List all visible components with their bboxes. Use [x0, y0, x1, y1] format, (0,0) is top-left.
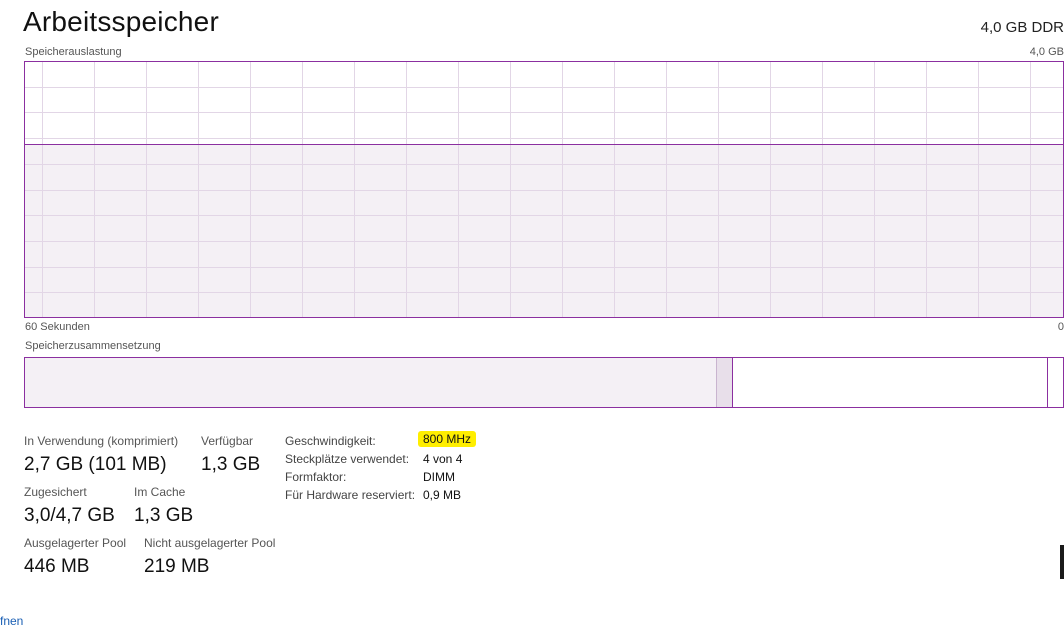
- paged-pool-label: Ausgelagerter Pool: [24, 536, 127, 550]
- usage-graph-max-label: 4,0 GB: [1029, 46, 1064, 58]
- available-value: 1,3 GB: [201, 454, 261, 475]
- nonpaged-pool-label: Nicht ausgelagerter Pool: [144, 536, 276, 550]
- slots-label: Steckplätze verwendet:: [285, 452, 410, 466]
- committed-label: Zugesichert: [24, 485, 87, 499]
- slots-value: 4 von 4: [423, 452, 463, 466]
- time-axis-right: 0: [1057, 321, 1064, 333]
- available-label: Verfügbar: [201, 434, 254, 448]
- composition-label: Speicherzusammensetzung: [25, 340, 161, 352]
- cached-value: 1,3 GB: [134, 505, 194, 526]
- hardware-reserved-value: 0,9 MB: [423, 488, 462, 502]
- composition-free-segment[interactable]: [1048, 358, 1063, 407]
- form-factor-label: Formfaktor:: [285, 470, 347, 484]
- memory-composition-svg: [24, 357, 1064, 408]
- page-title: Arbeitsspeicher: [23, 6, 219, 37]
- usage-graph-label: Speicherauslastung: [25, 46, 122, 58]
- memory-usage-graph-svg: [24, 61, 1064, 318]
- composition-standby-segment[interactable]: [733, 358, 1047, 407]
- usage-area: [25, 144, 1063, 317]
- in-use-label: In Verwendung (komprimiert): [24, 434, 179, 448]
- memory-usage-graph: [24, 61, 1064, 318]
- memory-composition-bar: [24, 357, 1064, 408]
- scrollbar-thumb[interactable]: [1060, 545, 1064, 579]
- committed-value: 3,0/4,7 GB: [24, 505, 115, 526]
- in-use-value: 2,7 GB (101 MB): [24, 454, 167, 475]
- cached-label: Im Cache: [134, 485, 186, 499]
- memory-spec: 4,0 GB DDR: [980, 19, 1064, 36]
- speed-value: 800 MHz: [418, 431, 477, 447]
- speed-value-text: 800 MHz: [418, 431, 477, 447]
- composition-in-use-segment[interactable]: [25, 358, 716, 407]
- time-axis-left: 60 Sekunden: [25, 321, 90, 333]
- composition-modified-segment[interactable]: [716, 358, 732, 407]
- nonpaged-pool-value: 219 MB: [144, 556, 210, 577]
- speed-label: Geschwindigkeit:: [285, 434, 376, 448]
- open-resource-monitor-link[interactable]: fnen: [0, 614, 23, 628]
- paged-pool-value: 446 MB: [24, 556, 90, 577]
- form-factor-value: DIMM: [423, 470, 455, 484]
- hardware-reserved-label: Für Hardware reserviert:: [285, 488, 416, 502]
